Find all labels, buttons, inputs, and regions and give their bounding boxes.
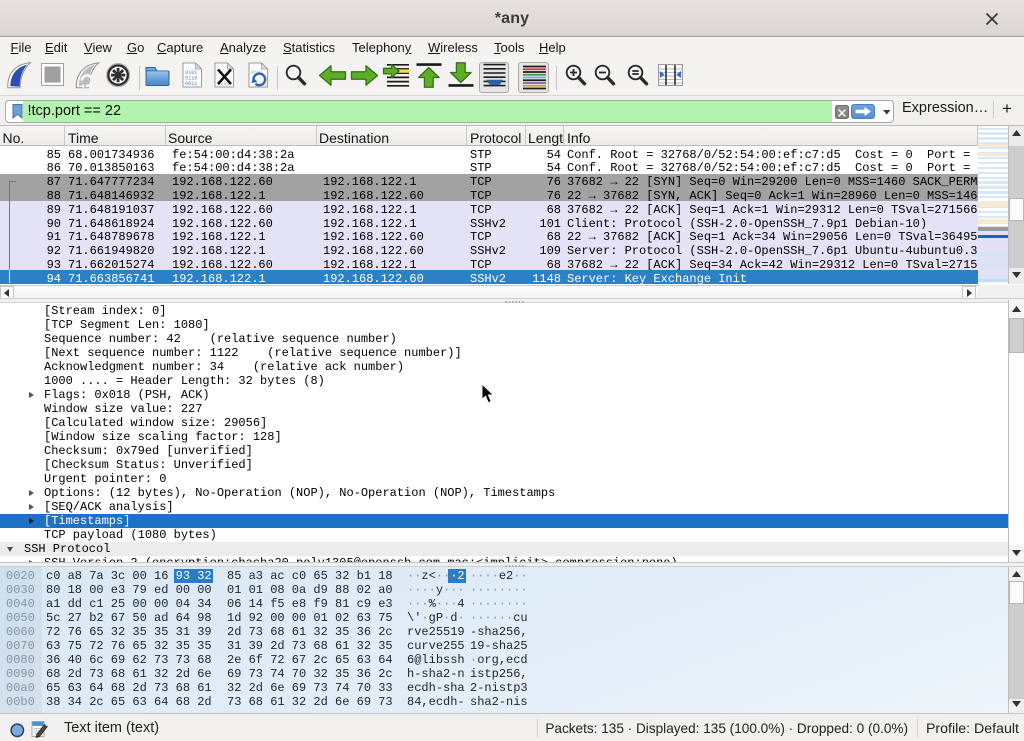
svg-text:0011: 0011 <box>185 81 197 87</box>
